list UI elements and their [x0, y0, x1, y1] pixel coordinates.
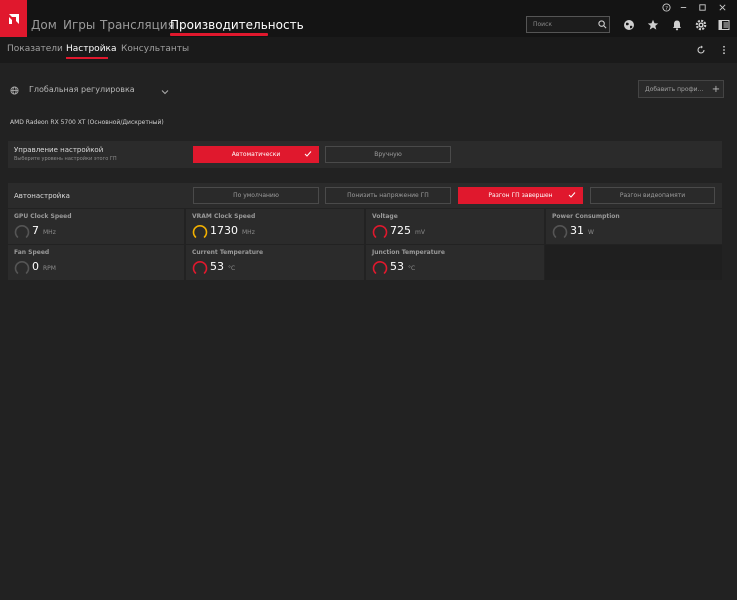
metric-unit: RPM [43, 265, 56, 272]
metric-label: Fan Speed [14, 249, 50, 256]
undervolt-gpu-label: Понизить напряжение ГП [347, 192, 429, 199]
gpu-name: AMD Radeon RX 5700 XT (Основной/Дискретн… [10, 119, 164, 126]
top-bar: Дом Игры Трансляция Производительность П… [0, 0, 737, 37]
tab-active-indicator [66, 57, 108, 59]
profile-label: Глобальная регулировка [29, 84, 135, 94]
layout-icon[interactable] [717, 18, 731, 32]
metric-tile: GPU Clock Speed 7 MHz [8, 209, 184, 244]
metric-tile: VRAM Clock Speed 1730 MHz [186, 209, 364, 244]
gear-icon[interactable] [694, 18, 708, 32]
maximize-icon[interactable] [695, 0, 709, 14]
overclock-vram-button[interactable]: Разгон видеопамяти [590, 187, 715, 204]
metric-label: GPU Clock Speed [14, 213, 72, 220]
auto-mode-label: Автоматически [231, 151, 281, 158]
star-icon[interactable] [646, 18, 660, 32]
minimize-icon[interactable] [676, 0, 690, 14]
gauge-icon [14, 261, 30, 274]
nav-performance[interactable]: Производительность [170, 16, 304, 34]
gauge-icon [372, 261, 388, 274]
bell-icon[interactable] [670, 18, 684, 32]
close-icon[interactable] [715, 0, 729, 14]
metric-unit: °C [408, 265, 416, 272]
metric-label: Junction Temperature [372, 249, 445, 256]
plus-icon: + [711, 83, 721, 95]
globe-icon[interactable] [622, 18, 636, 32]
profile-selector[interactable]: Глобальная регулировка [10, 82, 169, 96]
gauge-icon [192, 225, 208, 238]
tab-tuning[interactable]: Настройка [66, 44, 117, 54]
check-icon [568, 192, 576, 198]
auto-tuning-panel: Автонастройка По умолчанию Понизить напр… [8, 183, 722, 208]
metric-tile: Voltage 725 mV [366, 209, 544, 244]
metric-unit: W [588, 229, 594, 236]
metric-value: 7 [32, 224, 39, 237]
gauge-icon [552, 225, 568, 238]
metric-label: Power Consumption [552, 213, 620, 220]
metric-tile: Current Temperature 53 °C [186, 245, 364, 280]
metric-unit: MHz [242, 229, 255, 236]
tuning-control-label: Управление настройкой [14, 146, 104, 154]
tab-advisors[interactable]: Консультанты [121, 44, 189, 54]
tuning-control-sublabel: Выберите уровень настройки этого ГП [14, 156, 117, 162]
reset-icon[interactable] [694, 43, 708, 57]
sub-nav: Показатели Настройка Консультанты [0, 37, 737, 63]
overclock-gpu-button[interactable]: Разгон ГП завершен [458, 187, 583, 204]
metric-unit: mV [415, 229, 425, 236]
search-input[interactable]: Поиск [527, 21, 595, 28]
search-box[interactable]: Поиск [526, 16, 610, 33]
gauge-icon [372, 225, 388, 238]
undervolt-gpu-button[interactable]: Понизить напряжение ГП [325, 187, 451, 204]
manual-mode-button[interactable]: Вручную [325, 146, 451, 163]
metric-value: 31 [570, 224, 584, 237]
check-icon [304, 151, 312, 157]
nav-active-indicator [170, 33, 268, 36]
default-button[interactable]: По умолчанию [193, 187, 319, 204]
gauge-icon [192, 261, 208, 274]
empty-metric-cell [545, 245, 722, 280]
metric-tile: Junction Temperature 53 °C [366, 245, 544, 280]
metric-value: 725 [390, 224, 411, 237]
add-profile-button[interactable]: Добавить профи... + [638, 80, 724, 98]
svg-text:?: ? [665, 5, 668, 11]
metric-value: 0 [32, 260, 39, 273]
help-icon[interactable]: ? [659, 0, 673, 14]
auto-mode-button[interactable]: Автоматически [193, 146, 319, 163]
chevron-down-icon[interactable] [161, 80, 169, 99]
amd-logo[interactable] [0, 0, 27, 37]
metric-value: 1730 [210, 224, 238, 237]
metric-tile: Fan Speed 0 RPM [8, 245, 184, 280]
auto-tuning-label: Автонастройка [14, 192, 70, 200]
nav-streaming[interactable]: Трансляция [100, 16, 175, 34]
metric-value: 53 [390, 260, 404, 273]
globe-outline-icon [10, 80, 19, 99]
more-options-icon[interactable] [717, 43, 731, 57]
metric-tile: Power Consumption 31 W [546, 209, 722, 244]
metric-value: 53 [210, 260, 224, 273]
metric-label: VRAM Clock Speed [192, 213, 256, 220]
nav-games[interactable]: Игры [63, 16, 95, 34]
overclock-gpu-label: Разгон ГП завершен [488, 192, 553, 199]
tab-metrics[interactable]: Показатели [7, 44, 63, 54]
metric-label: Current Temperature [192, 249, 264, 256]
add-profile-label: Добавить профи... [645, 85, 704, 93]
tuning-control-panel: Управление настройкой Выберите уровень н… [8, 141, 722, 168]
manual-mode-label: Вручную [374, 151, 402, 158]
overclock-vram-label: Разгон видеопамяти [619, 192, 686, 199]
metric-label: Voltage [372, 213, 398, 220]
search-icon[interactable] [595, 18, 609, 32]
gauge-icon [14, 225, 30, 238]
default-label: По умолчанию [233, 192, 279, 199]
metric-unit: MHz [43, 229, 56, 236]
metric-unit: °C [228, 265, 236, 272]
nav-home[interactable]: Дом [31, 16, 57, 34]
